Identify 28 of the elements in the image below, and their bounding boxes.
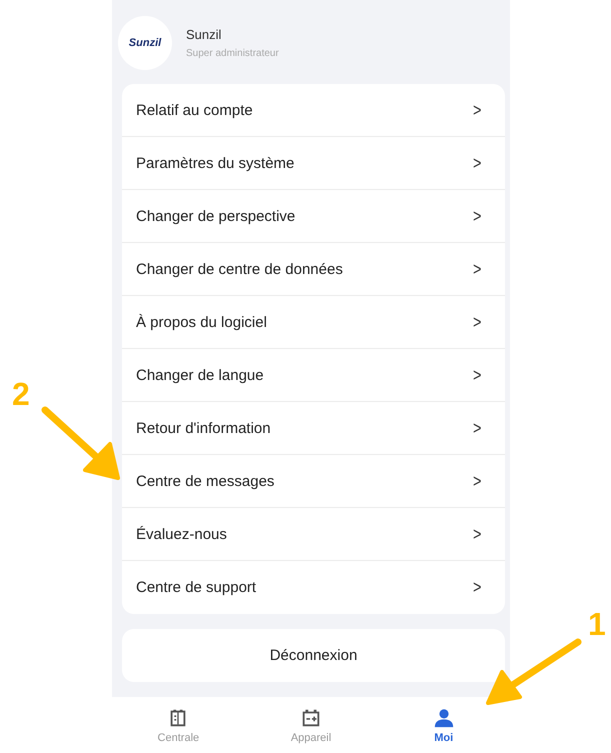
- chevron-icon: >: [474, 470, 482, 492]
- menu-item[interactable]: Changer de centre de données >: [122, 243, 505, 296]
- chevron-icon: >: [474, 206, 482, 226]
- logo-text: Sunzil: [128, 37, 162, 49]
- menu-item[interactable]: Évaluez-nous >: [122, 508, 505, 561]
- chevron-icon: >: [474, 364, 482, 386]
- menu-item[interactable]: Paramètres du système >: [122, 137, 505, 190]
- chevron-icon: >: [474, 418, 482, 438]
- user-role: Super administrateur: [186, 48, 279, 59]
- chevron-icon: >: [474, 152, 482, 174]
- chevron-icon: >: [474, 312, 482, 332]
- logout-button[interactable]: Déconnexion: [122, 629, 505, 682]
- chevron-icon: >: [474, 258, 482, 280]
- person-icon: [432, 706, 455, 728]
- user-name: Sunzil: [186, 27, 222, 42]
- chevron-icon: >: [474, 524, 482, 544]
- step-number: 1: [588, 608, 606, 640]
- menu-item[interactable]: Changer de perspective >: [122, 190, 505, 243]
- nav-tab[interactable]: Moi: [377, 697, 510, 753]
- menu-item[interactable]: Retour d'information >: [122, 402, 505, 455]
- chevron-icon: >: [474, 577, 482, 598]
- menu-item[interactable]: Changer de langue >: [122, 349, 505, 402]
- menu-item[interactable]: Relatif au compte >: [122, 84, 505, 137]
- menu-item[interactable]: Centre de support >: [122, 561, 505, 614]
- chevron-icon: >: [474, 100, 482, 120]
- step-number: 2: [12, 378, 30, 410]
- menu-item[interactable]: Centre de messages >: [122, 455, 505, 508]
- menu-item[interactable]: À propos du logiciel >: [122, 296, 505, 349]
